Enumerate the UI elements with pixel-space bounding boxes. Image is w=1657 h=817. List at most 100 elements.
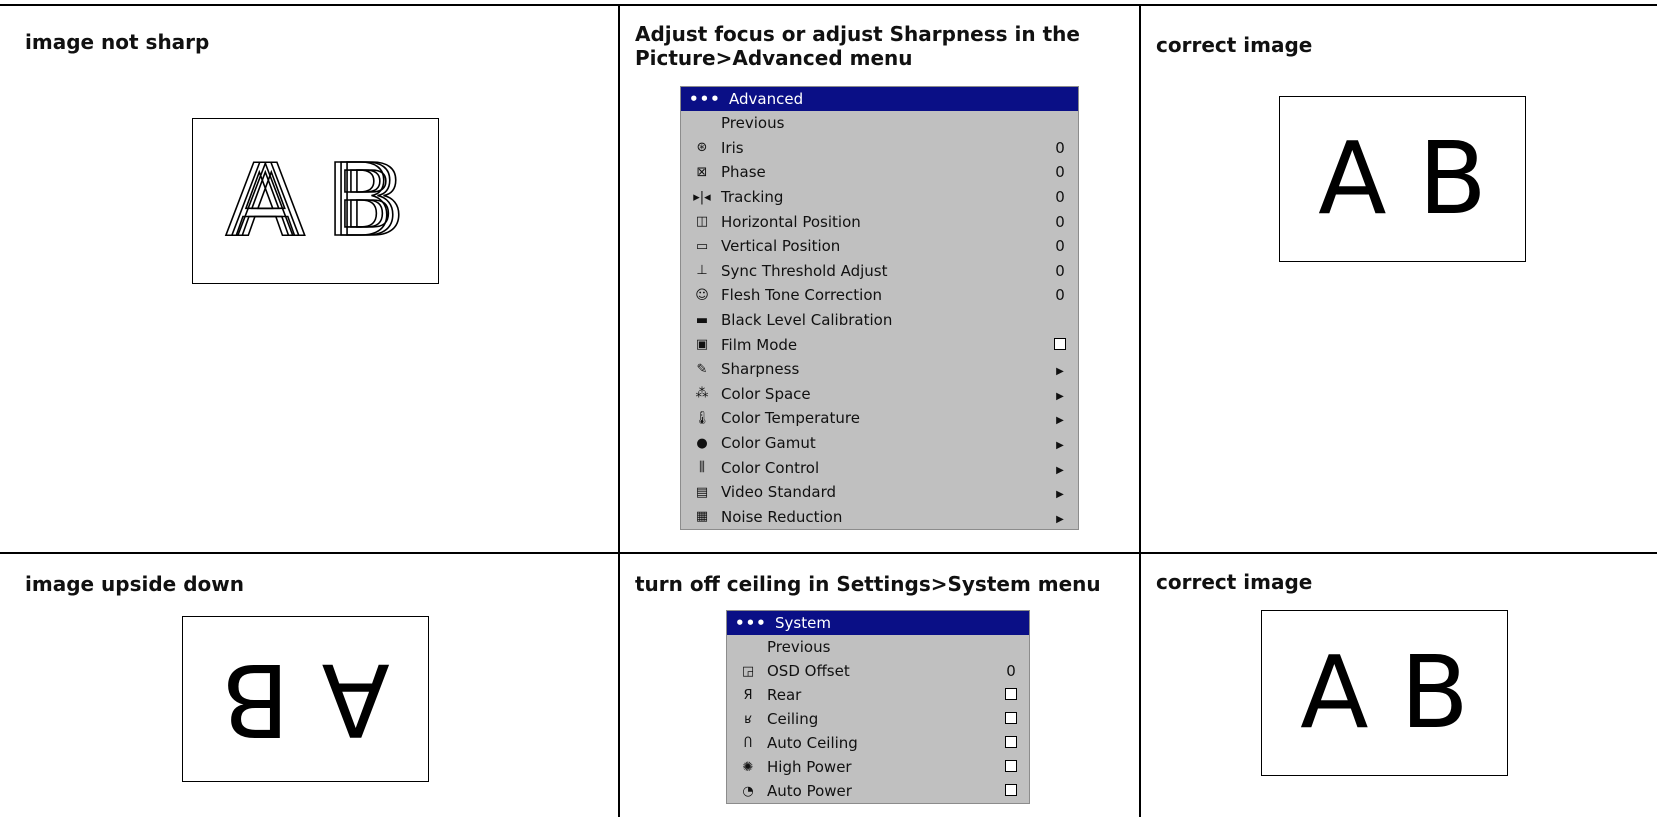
menu-item-sharpness[interactable]: ✎ Sharpness ▶: [681, 357, 1078, 382]
checkbox-box[interactable]: [1005, 784, 1017, 796]
menu-item-video-standard[interactable]: ▤ Video Standard ▶: [681, 480, 1078, 505]
menu-item-rear[interactable]: Я Rear: [727, 683, 1029, 707]
advanced-menu: ••• Advanced Previous ⊛ Iris 0 ⊠ Phase 0 ▸|◂ Tr…: [680, 86, 1079, 531]
checkbox[interactable]: [999, 710, 1023, 728]
menu-item-previous[interactable]: Previous: [681, 111, 1078, 136]
high-power-icon: ✺: [742, 759, 754, 775]
table-row-divider: [0, 552, 1657, 554]
menu-item-color-control[interactable]: ⫼ Color Control ▶: [681, 455, 1078, 480]
sharp-letters: A B: [1318, 120, 1487, 237]
ceiling-icon: ʁ: [744, 711, 752, 727]
color-gamut-icon: ●: [696, 435, 708, 451]
menu-item-ceiling[interactable]: ʁ Ceiling: [727, 707, 1029, 731]
checkbox[interactable]: [999, 734, 1023, 752]
checkbox-box[interactable]: [1005, 760, 1017, 772]
upside-down-image-sample: A B: [182, 616, 429, 782]
submenu-arrow-icon: ▶: [1056, 415, 1064, 427]
sharpness-icon: ✎: [696, 361, 708, 377]
cell-title-correct-image: correct image: [1156, 33, 1313, 57]
menu-item-value: 0: [1006, 662, 1016, 680]
menu-item-label: Video Standard: [721, 483, 837, 502]
video-standard-icon: ▤: [695, 484, 709, 500]
flesh-tone-icon: ☺: [695, 287, 709, 303]
menu-item-value: 0: [1055, 286, 1065, 305]
menu-dots-icon: •••: [689, 90, 721, 108]
submenu-arrow-icon: ▶: [1056, 513, 1064, 525]
advanced-menu-header: ••• Advanced: [681, 87, 1078, 111]
menu-item-value: 0: [1055, 237, 1065, 256]
checkbox-box[interactable]: [1005, 688, 1017, 700]
submenu-arrow-icon: ▶: [1056, 440, 1064, 452]
table-col-divider-1: [618, 4, 620, 817]
title-line-2: Picture>Advanced menu: [635, 46, 913, 70]
checkbox[interactable]: [999, 782, 1023, 800]
menu-item-color-space[interactable]: ⁂ Color Space ▶: [681, 382, 1078, 407]
cell-title-correct-image-2: correct image: [1156, 570, 1313, 594]
sharp-letters-2: A B: [1300, 634, 1469, 751]
menu-item-label: Color Temperature: [721, 409, 860, 428]
checkbox[interactable]: [1048, 336, 1072, 354]
menu-item-value: 0: [1055, 212, 1065, 231]
cell-title-adjust-focus: Adjust focus or adjust Sharpness in the …: [635, 22, 1080, 70]
menu-item-label: Color Gamut: [721, 434, 816, 453]
menu-item-sync-threshold-adjust[interactable]: ⊥ Sync Threshold Adjust 0: [681, 259, 1078, 284]
submenu-arrow-icon: ▶: [1056, 390, 1064, 402]
upside-down-letters: A B: [221, 641, 390, 758]
checkbox-box[interactable]: [1054, 337, 1066, 350]
menu-item-label: Vertical Position: [721, 237, 841, 256]
system-menu-title: System: [775, 614, 831, 632]
menu-item-iris[interactable]: ⊛ Iris 0: [681, 136, 1078, 161]
black-level-icon: ▬: [695, 312, 709, 328]
checkbox-box[interactable]: [1005, 712, 1017, 724]
menu-item-horizontal-position[interactable]: ◫ Horizontal Position 0: [681, 209, 1078, 234]
menu-item-osd-offset[interactable]: ◲ OSD Offset 0: [727, 659, 1029, 683]
submenu-arrow-icon: ▶: [1056, 489, 1064, 501]
menu-item-noise-reduction[interactable]: ▦ Noise Reduction ▶: [681, 505, 1078, 530]
color-space-icon: ⁂: [695, 386, 709, 402]
menu-item-label: Noise Reduction: [721, 507, 843, 526]
menu-item-label: Sharpness: [721, 360, 800, 379]
color-temperature-icon: 🌡: [693, 410, 711, 426]
menu-item-label: Iris: [721, 138, 744, 157]
checkbox[interactable]: [999, 758, 1023, 776]
menu-item-vertical-position[interactable]: ▭ Vertical Position 0: [681, 234, 1078, 259]
menu-item-value: 0: [1055, 163, 1065, 182]
tracking-icon: ▸|◂: [693, 189, 711, 205]
menu-item-black-level-calibration[interactable]: ▬ Black Level Calibration: [681, 308, 1078, 333]
menu-item-label: Horizontal Position: [721, 212, 861, 231]
checkbox[interactable]: [999, 686, 1023, 704]
menu-item-label: Color Control: [721, 458, 820, 477]
menu-item-flesh-tone-correction[interactable]: ☺ Flesh Tone Correction 0: [681, 283, 1078, 308]
menu-item-value: 0: [1055, 261, 1065, 280]
menu-item-high-power[interactable]: ✺ High Power: [727, 755, 1029, 779]
menu-item-label: High Power: [767, 758, 852, 776]
phase-icon: ⊠: [696, 164, 708, 180]
menu-item-label: Rear: [767, 686, 802, 704]
vertical-position-icon: ▭: [695, 238, 709, 254]
menu-item-auto-ceiling[interactable]: Ⴖ Auto Ceiling: [727, 731, 1029, 755]
menu-item-label: Color Space: [721, 384, 811, 403]
menu-item-label: Flesh Tone Correction: [721, 286, 883, 305]
horizontal-position-icon: ◫: [695, 214, 709, 230]
menu-item-phase[interactable]: ⊠ Phase 0: [681, 160, 1078, 185]
menu-item-value: 0: [1055, 188, 1065, 207]
sync-threshold-icon: ⊥: [696, 263, 708, 279]
checkbox-box[interactable]: [1005, 736, 1017, 748]
menu-item-film-mode[interactable]: ▣ Film Mode: [681, 332, 1078, 357]
menu-item-auto-power[interactable]: ◔ Auto Power: [727, 779, 1029, 803]
auto-power-icon: ◔: [742, 783, 754, 799]
cell-title-turn-off-ceiling: turn off ceiling in Settings>System menu: [635, 572, 1101, 596]
menu-item-label: Sync Threshold Adjust: [721, 261, 888, 280]
menu-item-previous[interactable]: Previous: [727, 635, 1029, 659]
submenu-arrow-icon: ▶: [1056, 464, 1064, 476]
color-control-icon: ⫼: [699, 460, 705, 476]
correct-image-sample: A B: [1279, 96, 1526, 262]
table-col-divider-2: [1139, 4, 1141, 817]
menu-item-label: Ceiling: [767, 710, 819, 728]
table-border-top: [0, 4, 1657, 6]
osd-offset-icon: ◲: [741, 663, 755, 679]
menu-item-color-temperature[interactable]: 🌡 Color Temperature ▶: [681, 406, 1078, 431]
blurry-letters: A B A B A B: [224, 142, 406, 259]
menu-item-tracking[interactable]: ▸|◂ Tracking 0: [681, 185, 1078, 210]
menu-item-color-gamut[interactable]: ● Color Gamut ▶: [681, 431, 1078, 456]
